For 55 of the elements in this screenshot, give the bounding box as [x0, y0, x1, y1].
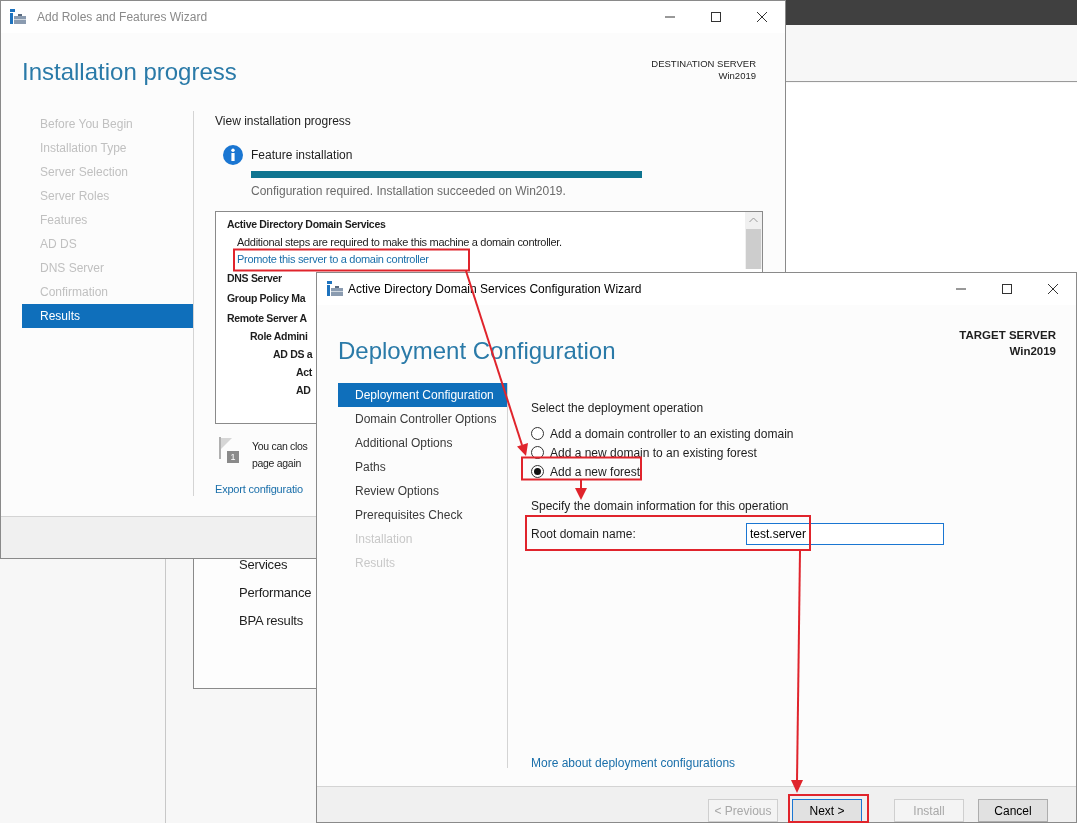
tile-item[interactable]: Services — [239, 556, 288, 574]
help-link[interactable]: More about deployment configurations — [531, 754, 736, 772]
scrollbar — [745, 212, 762, 269]
progress-label: Feature installation — [251, 147, 353, 164]
badge-count: 1 — [227, 451, 239, 463]
export-link[interactable]: Export configuratio — [215, 481, 303, 498]
radio-button[interactable] — [531, 427, 544, 440]
result-item: AD — [296, 383, 311, 398]
close-icon — [1047, 283, 1059, 295]
radio-option[interactable]: Add a new domain to an existing forest — [531, 443, 1048, 462]
target-server: Win2019 — [1009, 344, 1056, 359]
flag-icon — [218, 437, 232, 459]
result-item: Act — [296, 365, 313, 380]
section-title: View installation progress — [215, 113, 352, 129]
nav-item[interactable]: Paths — [338, 455, 507, 479]
note-text: page again — [252, 456, 302, 471]
result-item: Remote Server A — [227, 311, 307, 326]
annotation-arrow — [575, 479, 587, 500]
section-title: Specify the domain information for this operation — [531, 498, 790, 513]
tile-item[interactable]: BPA results — [239, 612, 304, 630]
destination-server: Win2019 — [718, 70, 756, 82]
nav-item[interactable]: Additional Options — [338, 431, 507, 455]
result-item: Role Admini — [250, 329, 308, 344]
radio-button[interactable] — [531, 465, 544, 478]
result-item: Group Policy Ma — [227, 291, 306, 306]
destination-label: DESTINATION SERVER — [651, 58, 756, 70]
result-item: Active Directory Domain Services — [227, 217, 386, 232]
close-icon — [756, 11, 768, 23]
result-detail: Additional steps are required to make this machine a domain controller. — [237, 235, 562, 250]
nav-item[interactable]: Prerequisites Check — [338, 503, 507, 527]
field-label: Root domain name: — [531, 526, 637, 543]
window-title: Add Roles and Features Wizard — [37, 9, 208, 26]
promote-link[interactable]: Promote this server to a domain controller — [237, 251, 429, 267]
tile-item[interactable]: Performance — [239, 584, 312, 602]
wizard-button[interactable]: Next > — [792, 799, 862, 822]
maximize-icon — [710, 11, 722, 23]
result-item: AD DS a — [273, 347, 313, 362]
app-icon — [326, 281, 344, 297]
nav-item[interactable]: Deployment Configuration — [338, 383, 507, 407]
radio-option[interactable]: Add a domain controller to an existing domain — [531, 424, 1048, 443]
note-text: You can clos — [252, 439, 308, 454]
section-title: Select the deployment operation — [531, 400, 705, 415]
info-icon — [223, 145, 243, 165]
text-field[interactable]: test.server — [746, 523, 944, 545]
wizard-button[interactable]: Cancel — [978, 799, 1048, 822]
nav-item[interactable]: Domain Controller Options — [338, 407, 507, 431]
nav-item[interactable]: Review Options — [338, 479, 507, 503]
app-icon — [9, 9, 27, 25]
target-label: TARGET SERVER — [959, 328, 1056, 343]
maximize-icon — [1001, 283, 1013, 295]
page-heading: Installation progress — [22, 57, 237, 87]
status-text: Configuration required. Installation succeeded on Win2019. — [251, 183, 567, 200]
result-item: DNS Server — [227, 271, 282, 286]
nav-item[interactable]: Results — [22, 304, 193, 328]
radio-option[interactable]: Add a new forest — [531, 462, 1048, 481]
